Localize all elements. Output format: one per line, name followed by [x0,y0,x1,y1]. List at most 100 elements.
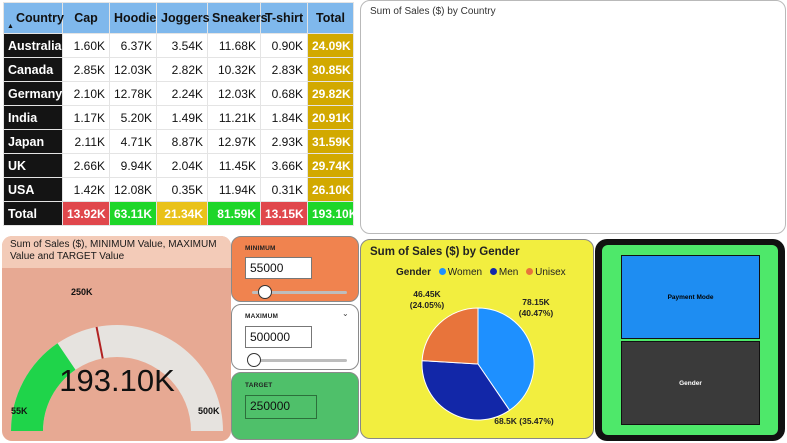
value-cell: 12.97K [207,129,261,154]
table-row[interactable]: UK 2.66K 9.94K 2.04K 11.45K 3.66K 29.74K [3,153,354,178]
value-cell: 1.84K [260,105,308,130]
payment-mode-label: Payment Mode [667,293,714,301]
target-input[interactable]: 250000 [245,395,317,419]
map-visual[interactable]: Sum of Sales ($) by Country [360,0,786,234]
value-cell: 0.90K [260,33,308,58]
target-label: TARGET [245,382,273,389]
header-hoodie[interactable]: Hoodie [109,2,157,34]
value-cell: 12.03K [207,81,261,106]
value-cell: 5.20K [109,105,157,130]
minimum-slider-thumb[interactable] [258,285,273,299]
value-cell: 2.82K [156,57,208,82]
triangle-up-icon[interactable]: ▲ [7,23,14,30]
table-row[interactable]: Canada 2.85K 12.03K 2.82K 10.32K 2.83K 30.85K [3,57,354,82]
header-joggers[interactable]: Joggers [156,2,210,34]
payment-mode-button[interactable]: Payment Mode [621,255,760,339]
value-cell: 2.11K [62,129,110,154]
header-sneakers[interactable]: Sneakers [207,2,268,34]
country-cell: Japan [3,129,63,154]
row-total-cell: 20.91K [307,105,354,130]
gauge-visual[interactable]: Sum of Sales ($), MINIMUM Value, MAXIMUM… [2,236,231,441]
chevron-down-icon[interactable]: ⌄ [342,309,349,318]
column-total-cell: 21.34K [156,201,208,226]
header-tshirt[interactable]: T-shirt [260,2,308,34]
value-cell: 2.24K [156,81,208,106]
column-total-cell: 81.59K [207,201,261,226]
value-cell: 0.35K [156,177,208,202]
gender-button[interactable]: Gender [621,341,760,425]
value-cell: 2.93K [260,129,308,154]
gauge-target-label: 250K [71,287,93,297]
value-cell: 1.42K [62,177,110,202]
value-cell: 12.03K [109,57,157,82]
row-total-cell: 31.59K [307,129,354,154]
pie-slice-unisex[interactable] [421,307,479,365]
gauge-max-label: 500K [198,406,220,416]
minimum-slicer[interactable]: MINIMUM 55000 [231,236,359,302]
grand-total-cell: 193.10K [307,201,357,226]
total-row: Total 13.92K 63.11K 21.34K 81.59K 13.15K 193.1… [3,201,357,226]
country-cell: UK [3,153,63,178]
value-cell: 3.54K [156,33,208,58]
value-cell: 1.17K [62,105,110,130]
value-cell: 8.87K [156,129,208,154]
value-cell: 2.85K [62,57,110,82]
maximum-input[interactable]: 500000 [245,326,312,348]
value-cell: 9.94K [109,153,157,178]
target-slicer[interactable]: TARGET 250000 [231,372,359,440]
value-cell: 11.94K [207,177,261,202]
column-total-cell: 13.92K [62,201,110,226]
value-cell: 11.21K [207,105,261,130]
value-cell: 2.83K [260,57,308,82]
table-row[interactable]: Japan 2.11K 4.71K 8.87K 12.97K 2.93K 31.59K [3,129,354,154]
value-cell: 1.60K [62,33,110,58]
table-row[interactable]: USA 1.42K 12.08K 0.35K 11.94K 0.31K 26.10K [3,177,354,202]
value-cell: 0.31K [260,177,308,202]
row-total-cell: 26.10K [307,177,354,202]
header-cap[interactable]: Cap [62,2,110,34]
value-cell: 4.71K [109,129,157,154]
sales-matrix: Country ▲ Cap Hoodie Joggers Sneakers T-… [3,2,357,226]
country-cell: Canada [3,57,63,82]
gender-label: Gender [679,379,702,387]
pie-visual[interactable]: Sum of Sales ($) by Gender Gender Women … [360,239,594,439]
gauge-min-label: 55K [11,406,28,416]
value-cell: 2.10K [62,81,110,106]
header-country[interactable]: Country ▲ [3,2,64,34]
column-total-cell: 13.15K [260,201,308,226]
matrix-header-row: Country ▲ Cap Hoodie Joggers Sneakers T-… [3,2,354,34]
pie-label-unisex: 46.45K (24.05%) [409,289,445,310]
country-cell: Australia [3,33,63,58]
pie-label-women: 78.15K (40.47%) [518,297,554,318]
row-total-cell: 24.09K [307,33,354,58]
value-cell: 12.78K [109,81,157,106]
maximum-slider-track[interactable] [252,359,347,362]
table-row[interactable]: Germany 2.10K 12.78K 2.24K 12.03K 0.68K 29.82K [3,81,354,106]
minimum-input[interactable]: 55000 [245,257,312,279]
minimum-label: MINIMUM [245,245,276,252]
column-total-cell: 63.11K [109,201,157,226]
value-cell: 1.49K [156,105,208,130]
country-cell: Germany [3,81,63,106]
value-cell: 6.37K [109,33,157,58]
maximum-label: MAXIMUM [245,313,279,320]
value-cell: 3.66K [260,153,308,178]
value-cell: 11.68K [207,33,261,58]
maximum-slicer[interactable]: MAXIMUM ⌄ 500000 [231,304,359,370]
country-cell: India [3,105,63,130]
row-total-cell: 30.85K [307,57,354,82]
value-cell: 10.32K [207,57,261,82]
header-total[interactable]: Total [307,2,354,34]
maximum-slider-thumb[interactable] [247,353,261,367]
row-total-cell: 29.82K [307,81,354,106]
pie-chart [421,307,535,421]
country-cell: USA [3,177,63,202]
table-row[interactable]: Australia 1.60K 6.37K 3.54K 11.68K 0.90K 24.09… [3,33,354,58]
pie-label-men: 68.5K (35.47%) [494,416,554,426]
value-cell: 2.04K [156,153,208,178]
gauge-value: 193.10K [59,363,175,398]
gauge-chart [11,325,223,431]
row-total-cell: 29.74K [307,153,354,178]
table-row[interactable]: India 1.17K 5.20K 1.49K 11.21K 1.84K 20.91K [3,105,354,130]
value-cell: 2.66K [62,153,110,178]
